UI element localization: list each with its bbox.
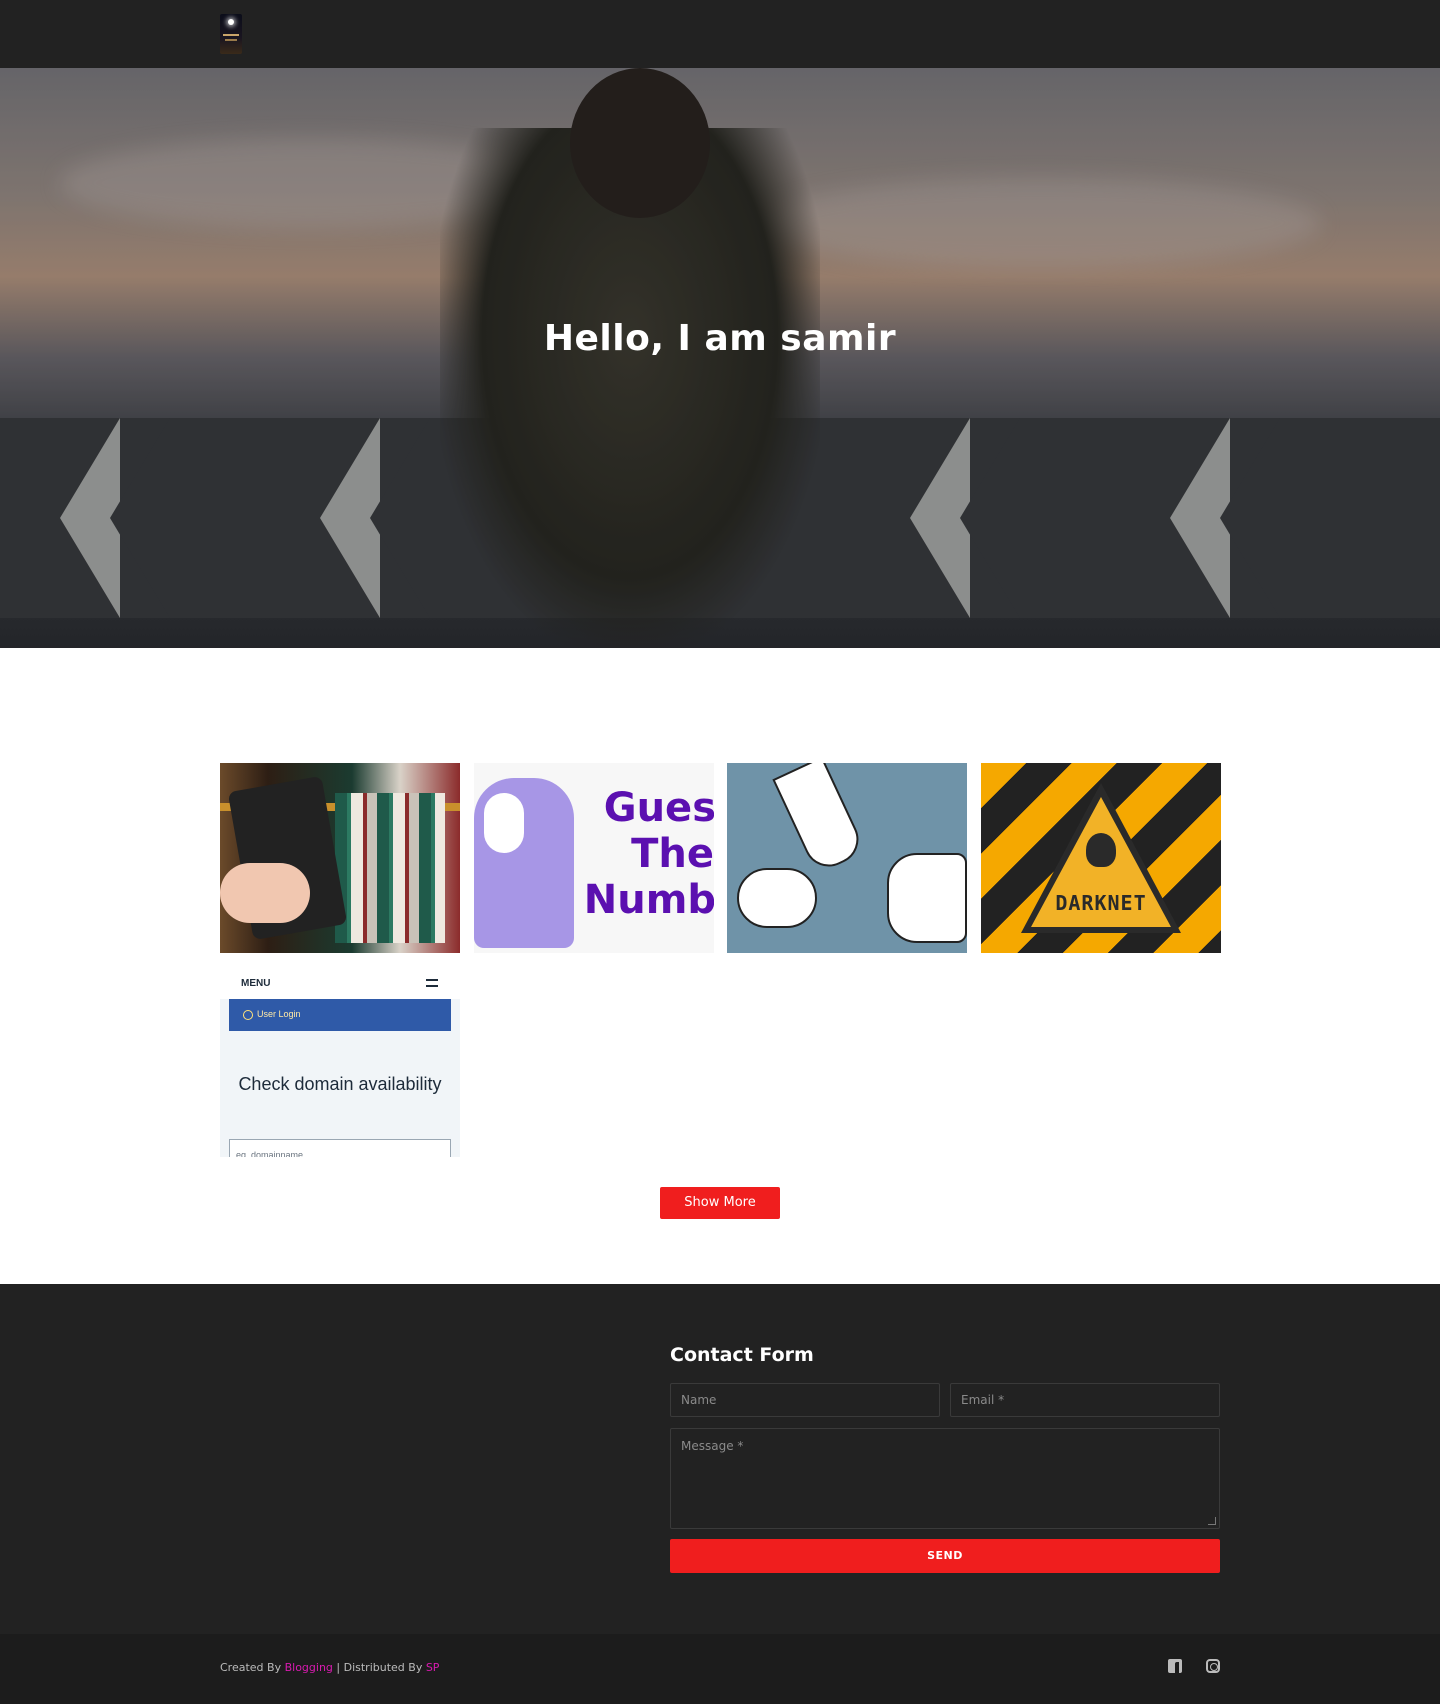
- site-header: [0, 0, 1440, 68]
- preview-login-bar: User Login: [229, 999, 451, 1031]
- site-footer: Created By Blogging | Distributed By SP: [0, 1634, 1440, 1704]
- darknet-text: DARKNET: [1055, 891, 1147, 915]
- hero-title: Hello, I am samir: [543, 318, 897, 359]
- portfolio-item-library[interactable]: [220, 763, 460, 953]
- preview-domain-input: eg. domainname: [229, 1139, 451, 1157]
- contact-section: Contact Form Name Email * Message * SEND: [0, 1284, 1440, 1634]
- name-field[interactable]: Name: [670, 1383, 940, 1417]
- portfolio-item-rock-paper-scissors[interactable]: [727, 763, 967, 953]
- show-more-button[interactable]: Show More: [660, 1187, 780, 1219]
- email-field[interactable]: Email *: [950, 1383, 1220, 1417]
- logo-star-icon: [228, 19, 234, 25]
- logo-mark-2: [225, 39, 237, 41]
- preview-domain-title: Check domain availability: [238, 1074, 442, 1094]
- blogging-link[interactable]: Blogging: [285, 1661, 333, 1674]
- guess-text-line-2: The: [631, 831, 714, 877]
- hero-banner: Hello, I am samir: [0, 68, 1440, 648]
- sp-link[interactable]: SP: [426, 1661, 440, 1674]
- send-button[interactable]: SEND: [670, 1539, 1220, 1573]
- contact-form-title: Contact Form: [670, 1344, 814, 1366]
- created-by-prefix: Created By: [220, 1661, 285, 1674]
- hand: [220, 863, 310, 923]
- footer-credits: Created By Blogging | Distributed By SP: [220, 1661, 439, 1674]
- wizard-beard: [484, 793, 524, 853]
- preview-login-label: User Login: [257, 1009, 301, 1019]
- portfolio-item-darknet[interactable]: DARKNET: [981, 763, 1221, 953]
- guess-text-line-1: Gues: [603, 785, 714, 831]
- portfolio-item-domain-check[interactable]: MENU User Login Check domain availabilit…: [220, 967, 460, 1157]
- hamburger-icon: [426, 979, 438, 987]
- site-logo[interactable]: [220, 14, 242, 54]
- preview-menu-label: MENU: [241, 978, 271, 989]
- skull-icon: [1086, 833, 1116, 867]
- instagram-icon[interactable]: [1206, 1659, 1220, 1673]
- resize-handle-icon[interactable]: [1208, 1517, 1216, 1525]
- distributed-by-prefix: | Distributed By: [332, 1661, 426, 1674]
- preview-topbar: MENU: [220, 967, 460, 999]
- portfolio-item-guess-the-number[interactable]: Gues The Numb: [474, 763, 714, 953]
- user-icon: [243, 1010, 253, 1020]
- hand-rock: [737, 868, 817, 928]
- hand-scissors: [887, 853, 967, 943]
- hand-paper: [772, 763, 867, 875]
- logo-mark: [223, 34, 239, 36]
- message-field[interactable]: Message *: [670, 1428, 1220, 1529]
- message-placeholder: Message *: [681, 1439, 744, 1453]
- guess-text-line-3: Numb: [583, 877, 714, 923]
- books: [335, 793, 445, 943]
- facebook-icon[interactable]: [1168, 1659, 1182, 1673]
